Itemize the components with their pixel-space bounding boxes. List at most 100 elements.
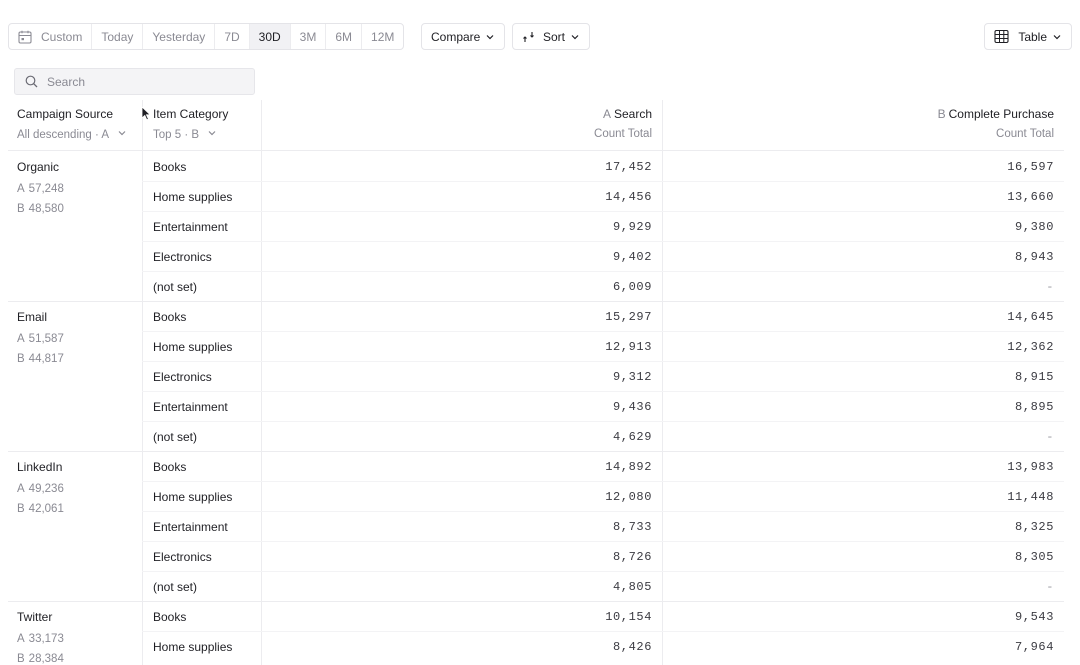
table-row[interactable]: (not set) 4,629 -	[142, 421, 1064, 451]
range-button-12m[interactable]: 12M	[362, 24, 403, 49]
purchase-count-cell: 16,597	[1007, 160, 1054, 174]
metric-letter: A	[17, 633, 25, 645]
metric-aggregation: Count Total	[996, 128, 1054, 140]
sort-button[interactable]: Sort	[512, 23, 591, 50]
table-row[interactable]: Books 15,297 14,645	[142, 301, 1064, 331]
campaign-source-name: LinkedIn	[17, 460, 63, 474]
sort-label: Sort	[543, 29, 566, 44]
table-row[interactable]: Books 14,892 13,983	[142, 451, 1064, 481]
metric-letter: A	[17, 483, 25, 495]
range-button-3m[interactable]: 3M	[291, 24, 327, 49]
group-total-a: A 57,248	[17, 183, 64, 195]
total-value: 49,236	[28, 483, 64, 495]
range-button-yesterday[interactable]: Yesterday	[143, 24, 216, 49]
range-button-custom[interactable]: Custom	[9, 24, 93, 49]
total-value: 33,173	[28, 633, 64, 645]
range-label: 6M	[335, 29, 353, 44]
table-row[interactable]: Entertainment 9,436 8,895	[142, 391, 1064, 421]
search-count-cell: 4,629	[612, 430, 652, 444]
table-row[interactable]: Books 17,452 16,597	[142, 151, 1064, 181]
table-row[interactable]: (not set) 4,805 -	[142, 571, 1064, 601]
item-category-cell: (not set)	[153, 580, 198, 594]
metric-letter: A	[17, 183, 25, 195]
item-category-cell: (not set)	[153, 430, 198, 444]
chevron-down-icon	[486, 34, 494, 39]
table-row[interactable]: Entertainment 8,733 8,325	[142, 511, 1064, 541]
item-category-cell: Books	[153, 160, 187, 174]
search-field[interactable]	[14, 68, 255, 95]
table-row[interactable]: Home supplies 8,426 7,964	[142, 631, 1064, 661]
item-category-cell: Electronics	[153, 250, 212, 264]
table-row[interactable]: Electronics 9,312 8,915	[142, 361, 1064, 391]
metric-letter: B	[17, 353, 25, 365]
item-category-cell: Entertainment	[153, 220, 228, 234]
metric-letter: B	[17, 203, 25, 215]
table-row[interactable]: Home supplies 14,456 13,660	[142, 181, 1064, 211]
range-label: 3M	[299, 29, 317, 44]
metric-letter: B	[17, 503, 25, 515]
view-label: Table	[1018, 29, 1047, 44]
column-title: A Search	[603, 107, 652, 121]
search-count-cell: 9,312	[612, 370, 652, 384]
search-input[interactable]	[47, 74, 247, 89]
search-count-cell: 12,913	[605, 340, 652, 354]
group-total-b: B 42,061	[17, 503, 64, 515]
purchase-count-cell: -	[1046, 580, 1054, 594]
table-row[interactable]: Home supplies 12,080 11,448	[142, 481, 1064, 511]
metric-letter: B	[937, 107, 946, 121]
item-category-cell: (not set)	[153, 280, 198, 294]
column-title: B Complete Purchase	[938, 107, 1054, 121]
sort-order-label: All descending · A	[17, 129, 109, 141]
range-button-6m[interactable]: 6M	[326, 24, 363, 49]
sort-icon	[523, 31, 534, 42]
table-row[interactable]: Entertainment 9,929 9,380	[142, 211, 1064, 241]
item-category-cell: Books	[153, 310, 187, 324]
search-count-cell: 17,452	[605, 160, 652, 174]
column-title: Item Category	[153, 107, 229, 121]
chevron-down-icon	[118, 131, 126, 136]
range-button-today[interactable]: Today	[92, 24, 144, 49]
purchase-count-cell: 12,362	[1007, 340, 1054, 354]
table-row[interactable]: (not set) 6,009 -	[142, 271, 1064, 301]
range-label: 7D	[224, 29, 240, 44]
metric-letter: B	[17, 653, 25, 665]
search-count-cell: 10,154	[605, 610, 652, 624]
view-selector-button[interactable]: Table	[984, 23, 1072, 50]
item-category-cell: Home supplies	[153, 340, 233, 354]
range-label: Today	[101, 29, 134, 44]
compare-label: Compare	[431, 29, 481, 44]
compare-button[interactable]: Compare	[421, 23, 506, 50]
campaign-source-group[interactable]: Email A 51,587 B 44,817	[8, 301, 142, 451]
calendar-icon	[18, 30, 32, 44]
purchase-count-cell: 9,380	[1014, 220, 1054, 234]
purchase-count-cell: 8,915	[1014, 370, 1054, 384]
purchase-count-cell: 8,305	[1014, 550, 1054, 564]
sort-order-dropdown[interactable]: All descending · A	[17, 128, 127, 141]
metric-name: Search	[613, 107, 652, 121]
table-grid-icon	[994, 29, 1009, 44]
metric-letter: A	[602, 107, 611, 121]
search-icon	[25, 75, 38, 88]
total-value: 48,580	[28, 203, 64, 215]
top-n-dropdown[interactable]: Top 5 · B	[153, 128, 217, 141]
table-row[interactable]: Books 10,154 9,543	[142, 601, 1064, 631]
item-category-cell: Entertainment	[153, 520, 228, 534]
campaign-source-group[interactable]: LinkedIn A 49,236 B 42,061	[8, 451, 142, 601]
table-row[interactable]: Electronics 9,402 8,943	[142, 241, 1064, 271]
search-count-cell: 14,892	[605, 460, 652, 474]
search-count-cell: 15,297	[605, 310, 652, 324]
purchase-count-cell: 11,448	[1007, 490, 1054, 504]
table-row[interactable]: Electronics 8,726 8,305	[142, 541, 1064, 571]
range-label: Custom	[41, 29, 83, 44]
purchase-count-cell: 13,983	[1007, 460, 1054, 474]
item-category-cell: Home supplies	[153, 490, 233, 504]
group-total-a: A 33,173	[17, 633, 64, 645]
range-label: 12M	[371, 29, 395, 44]
range-button-30d[interactable]: 30D	[249, 24, 291, 49]
total-value: 57,248	[28, 183, 64, 195]
campaign-source-group[interactable]: Organic A 57,248 B 48,580	[8, 151, 142, 301]
table-row[interactable]: Home supplies 12,913 12,362	[142, 331, 1064, 361]
range-button-7d[interactable]: 7D	[215, 24, 250, 49]
purchase-count-cell: 13,660	[1007, 190, 1054, 204]
campaign-source-group[interactable]: Twitter A 33,173 B 28,384	[8, 601, 142, 665]
